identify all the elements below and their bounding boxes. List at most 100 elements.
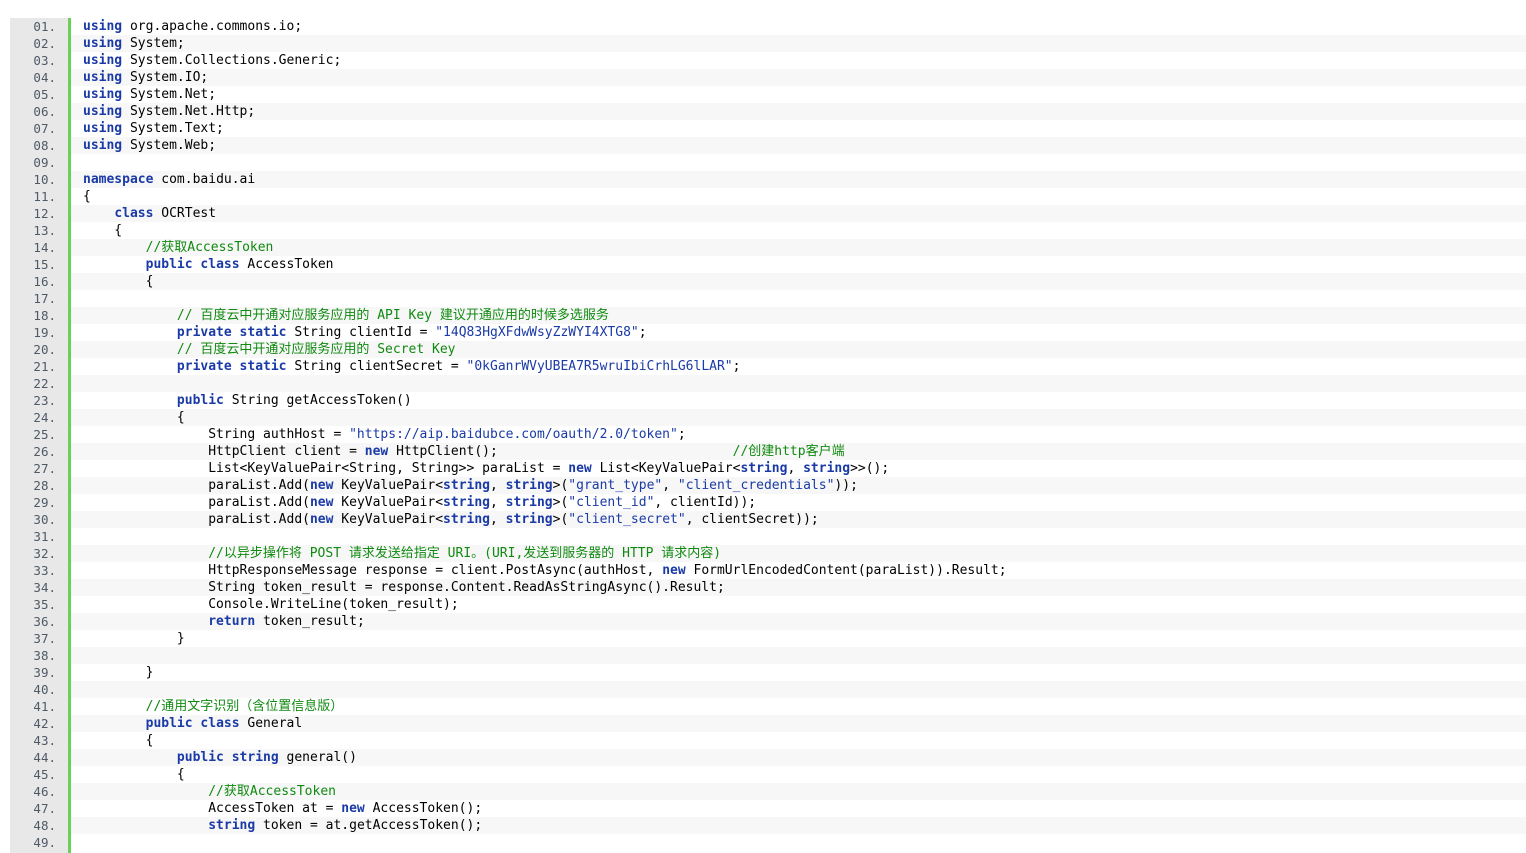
string-token: "14Q83HgXFdwWsyZzWYI4XTG8" xyxy=(435,325,639,340)
text-token: { xyxy=(83,274,154,289)
line-number: 25. xyxy=(33,427,56,442)
line-number: 20. xyxy=(33,342,56,357)
line-number: 15. xyxy=(33,257,56,272)
code-text xyxy=(71,375,1526,392)
code-text: public class General xyxy=(71,715,1526,732)
code-text: //通用文字识别（含位置信息版） xyxy=(71,698,1526,715)
line-number: 06. xyxy=(33,104,56,119)
code-line: 29. paraList.Add(new KeyValuePair<string… xyxy=(10,494,1526,511)
text-token: Console.WriteLine(token_result); xyxy=(83,597,459,612)
code-text: using System.Text; xyxy=(71,120,1526,137)
code-text: Console.WriteLine(token_result); xyxy=(71,596,1526,613)
line-number: 11. xyxy=(33,189,56,204)
code-line: 06. using System.Net.Http; xyxy=(10,103,1526,120)
code-text: } xyxy=(71,664,1526,681)
text-token: HttpClient client = xyxy=(83,444,365,459)
keyword-token: class xyxy=(200,257,240,272)
code-line: 47. AccessToken at = new AccessToken(); xyxy=(10,800,1526,817)
code-line: 23. public String getAccessToken() xyxy=(10,392,1526,409)
keyword-token: namespace xyxy=(83,172,154,187)
line-number: 22. xyxy=(33,376,56,391)
code-line: 33. HttpResponseMessage response = clien… xyxy=(10,562,1526,579)
code-line: 27. List<KeyValuePair<String, String>> p… xyxy=(10,460,1526,477)
code-text: class OCRTest xyxy=(71,205,1526,222)
string-token: "https://aip.baidubce.com/oauth/2.0/toke… xyxy=(349,427,678,442)
code-text: //获取AccessToken xyxy=(71,783,1526,800)
keyword-token: using xyxy=(83,87,123,102)
code-line: 25. String authHost = "https://aip.baidu… xyxy=(10,426,1526,443)
code-text: AccessToken at = new AccessToken(); xyxy=(71,800,1526,817)
text-token: KeyValuePair< xyxy=(333,495,444,510)
line-number: 30. xyxy=(33,512,56,527)
code-text xyxy=(71,647,1526,664)
code-line: 19. private static String clientId = "14… xyxy=(10,324,1526,341)
comment-token: //获取AccessToken xyxy=(208,784,336,799)
text-token: List<KeyValuePair<String, String>> paraL… xyxy=(83,461,569,476)
text-token: { xyxy=(83,410,185,425)
line-number: 12. xyxy=(33,206,56,221)
text-token: String clientId = xyxy=(286,325,436,340)
line-number: 36. xyxy=(33,614,56,629)
code-line: 10. namespace com.baidu.ai xyxy=(10,171,1526,188)
code-line: 49. xyxy=(10,834,1526,851)
text-token: ; xyxy=(732,359,741,374)
code-line: 38. xyxy=(10,647,1526,664)
keyword-token: using xyxy=(83,104,123,119)
line-number: 09. xyxy=(33,155,56,170)
keyword-token: new xyxy=(568,461,592,476)
keyword-token: using xyxy=(83,53,123,68)
text-token: System.Net; xyxy=(122,87,217,102)
line-number: 38. xyxy=(33,648,56,663)
string-token: "grant_type" xyxy=(568,478,663,493)
code-text: } xyxy=(71,630,1526,647)
code-line: 34. String token_result = response.Conte… xyxy=(10,579,1526,596)
line-number: 31. xyxy=(33,529,56,544)
text-token: String getAccessToken() xyxy=(223,393,412,408)
line-number: 35. xyxy=(33,597,56,612)
code-text xyxy=(71,681,1526,698)
string-token: "0kGanrWVyUBEA7R5wruIbiCrhLG6lLAR" xyxy=(466,359,733,374)
code-line: 46. //获取AccessToken xyxy=(10,783,1526,800)
line-number: 16. xyxy=(33,274,56,289)
text-token: >>(); xyxy=(850,461,890,476)
keyword-token: string xyxy=(505,512,553,527)
code-text: { xyxy=(71,222,1526,239)
line-number: 29. xyxy=(33,495,56,510)
keyword-token: static xyxy=(239,359,287,374)
text-token: paraList.Add( xyxy=(83,512,310,527)
keyword-token: public xyxy=(176,393,224,408)
code-line: 18. // 百度云中开通对应服务应用的 API Key 建议开通应用的时候多选… xyxy=(10,307,1526,324)
code-text: paraList.Add(new KeyValuePair<string, st… xyxy=(71,511,1526,528)
keyword-token: new xyxy=(309,478,334,493)
line-number: 27. xyxy=(33,461,56,476)
code-line: 11. { xyxy=(10,188,1526,205)
text-token: System.Text; xyxy=(122,121,224,136)
line-number: 32. xyxy=(33,546,56,561)
line-number: 40. xyxy=(33,682,56,697)
code-line: 43. { xyxy=(10,732,1526,749)
code-line: 15. public class AccessToken xyxy=(10,256,1526,273)
code-text: public String getAccessToken() xyxy=(71,392,1526,409)
text-token: , xyxy=(490,495,506,510)
text-token: OCRTest xyxy=(153,206,217,221)
text-token: { xyxy=(83,733,154,748)
text-token: , xyxy=(490,512,506,527)
text-token: AccessToken xyxy=(239,257,334,272)
code-line: 09. xyxy=(10,154,1526,171)
code-line: 07. using System.Text; xyxy=(10,120,1526,137)
keyword-token: new xyxy=(341,801,365,816)
string-token: "client_secret" xyxy=(568,512,686,527)
line-number: 43. xyxy=(33,733,56,748)
line-number: 33. xyxy=(33,563,56,578)
text-token: >( xyxy=(552,512,569,527)
keyword-token: new xyxy=(309,495,334,510)
line-number: 42. xyxy=(33,716,56,731)
